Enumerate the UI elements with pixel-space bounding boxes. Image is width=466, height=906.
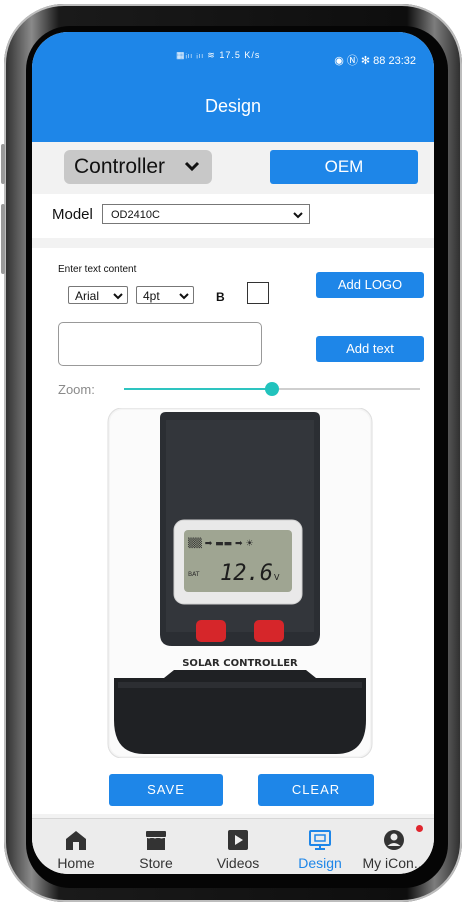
status-system-icons: ◉ Ⓝ ✻ 88 bbox=[334, 55, 386, 67]
chevron-down-icon bbox=[179, 287, 189, 312]
nav-my-icon[interactable]: My iCon... bbox=[354, 819, 434, 874]
design-panel: Enter text content Arial 4pt B Add LOGO … bbox=[32, 248, 434, 814]
nav-videos[interactable]: Videos bbox=[198, 819, 278, 874]
product-type-value: Controller bbox=[74, 155, 166, 178]
play-icon bbox=[227, 829, 249, 854]
nav-my-icon-label: My iCon... bbox=[362, 855, 426, 871]
nav-store[interactable]: Store bbox=[116, 819, 196, 874]
font-size-value: 4pt bbox=[143, 289, 160, 303]
status-right: ◉ Ⓝ ✻ 88 23:32 bbox=[334, 52, 416, 68]
user-icon bbox=[383, 829, 405, 854]
lcd-value-text: 12.6 bbox=[220, 561, 273, 586]
notification-badge bbox=[416, 825, 423, 832]
nav-design-label: Design bbox=[298, 855, 342, 871]
nav-home-label: Home bbox=[57, 855, 95, 871]
device-button-right bbox=[254, 620, 284, 642]
model-value: OD2410C bbox=[111, 209, 160, 221]
nav-home[interactable]: Home bbox=[36, 819, 116, 874]
model-select[interactable]: OD2410C bbox=[102, 204, 310, 224]
design-icon bbox=[308, 829, 332, 854]
text-content-input[interactable] bbox=[58, 322, 262, 366]
add-text-button[interactable]: Add text bbox=[316, 336, 424, 362]
product-row: Controller OEM bbox=[32, 142, 434, 194]
zoom-slider[interactable] bbox=[124, 382, 420, 396]
model-label: Model bbox=[52, 206, 93, 223]
home-icon bbox=[64, 829, 88, 854]
status-time: 23:32 bbox=[388, 55, 416, 67]
model-row: Model OD2410C bbox=[32, 194, 434, 238]
product-type-select[interactable]: Controller bbox=[64, 150, 212, 184]
nav-videos-label: Videos bbox=[216, 855, 260, 871]
save-button[interactable]: SAVE bbox=[109, 774, 223, 806]
volume-button bbox=[1, 144, 5, 184]
lcd-bat-text: BAT bbox=[188, 571, 200, 578]
page-title: Design bbox=[204, 96, 262, 116]
font-select[interactable]: Arial bbox=[68, 286, 128, 304]
bold-checkbox[interactable] bbox=[247, 282, 269, 304]
store-icon bbox=[144, 829, 168, 854]
product-preview-image: ▒▒ ➡ ▬▬ ➡ ☀ BAT 12.6 V SOLAR CONTROLLER bbox=[104, 407, 376, 759]
oem-button[interactable]: OEM bbox=[270, 150, 418, 184]
chevron-down-icon bbox=[293, 205, 303, 232]
status-signal-icons: ▦ᵢₗₗ ᵢₗₗ ≋ 17.5 K/s bbox=[176, 50, 261, 60]
chevron-down-icon bbox=[184, 150, 200, 196]
app-screen: ▦ᵢₗₗ ᵢₗₗ ≋ 17.5 K/s ◉ Ⓝ ✻ 88 23:32 Desig… bbox=[32, 32, 434, 874]
volume-down-button bbox=[1, 204, 5, 274]
svg-text:▒▒ ➡ ▬▬ ➡ ☀: ▒▒ ➡ ▬▬ ➡ ☀ bbox=[188, 537, 253, 549]
font-size-select[interactable]: 4pt bbox=[136, 286, 194, 304]
chevron-down-icon bbox=[113, 287, 123, 312]
text-content-label: Enter text content bbox=[58, 264, 137, 275]
font-value: Arial bbox=[75, 289, 100, 303]
app-bar: Design bbox=[32, 88, 434, 142]
bottom-nav: Home Store Videos Design My iCon... bbox=[32, 818, 434, 874]
add-logo-button[interactable]: Add LOGO bbox=[316, 272, 424, 298]
zoom-slider-thumb[interactable] bbox=[265, 382, 279, 396]
nav-store-label: Store bbox=[139, 855, 173, 871]
zoom-label: Zoom: bbox=[58, 382, 95, 397]
clear-button[interactable]: CLEAR bbox=[258, 774, 374, 806]
nav-design[interactable]: Design bbox=[280, 819, 360, 874]
status-bar: ▦ᵢₗₗ ᵢₗₗ ≋ 17.5 K/s ◉ Ⓝ ✻ 88 23:32 bbox=[32, 32, 434, 88]
bold-label: B bbox=[216, 290, 225, 304]
device-button-left bbox=[196, 620, 226, 642]
zoom-slider-fill bbox=[124, 388, 272, 390]
lcd-unit-text: V bbox=[274, 573, 280, 582]
brand-text: SOLAR CONTROLLER bbox=[182, 658, 298, 669]
